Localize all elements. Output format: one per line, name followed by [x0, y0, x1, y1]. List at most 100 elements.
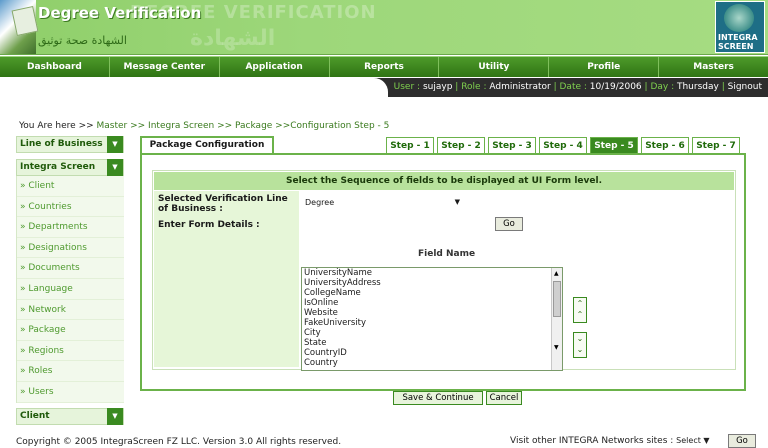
sidebar-item-language[interactable]: » Language — [17, 279, 124, 300]
network-sites-label: Visit other INTEGRA Networks sites : — [510, 436, 674, 446]
list-item[interactable]: IsOnline — [302, 298, 562, 308]
panel-heading: Select the Sequence of fields to be disp… — [154, 172, 734, 190]
network-sites-select-value: Select — [676, 436, 701, 445]
app-title: Degree Verification — [38, 4, 202, 22]
list-item[interactable]: CountryID — [302, 348, 562, 358]
user-value: sujayp — [422, 82, 453, 92]
tab-step-6[interactable]: Step - 6 — [641, 137, 689, 154]
sidebar: Line of Business ▼ Integra Screen ▼ » Cl… — [16, 136, 124, 431]
nav-application[interactable]: Application — [220, 57, 330, 77]
tab-package-configuration[interactable]: Package Configuration — [140, 136, 274, 154]
userbar-left-tab — [0, 78, 388, 97]
field-name-label: Field Name — [418, 249, 476, 259]
chevron-down-icon[interactable]: ▼ — [107, 136, 123, 153]
tab-step-3[interactable]: Step - 3 — [488, 137, 536, 154]
brand-line-1: INTEGRA — [718, 33, 758, 42]
header-banner: DEGREE VERIFICATION الشهادة Degree Verif… — [0, 0, 768, 55]
chevron-down-icon[interactable]: ▼ — [107, 159, 123, 176]
label-verification-lob: Selected Verification Line of Business : — [158, 194, 288, 214]
double-chevron-down-icon: ⌄ ⌄ — [576, 334, 584, 354]
list-item[interactable]: CollegeName — [302, 288, 562, 298]
sidebar-item-designations[interactable]: » Designations — [17, 238, 124, 259]
breadcrumb-path[interactable]: Master >> Integra Screen >> Package >>Co… — [94, 121, 390, 131]
sidebar-item-roles[interactable]: » Roles — [17, 361, 124, 382]
list-item[interactable]: UniversityAddress — [302, 278, 562, 288]
lob-select-value: Degree — [305, 198, 335, 207]
sidebar-header-label: Client — [20, 410, 50, 421]
page-root: DEGREE VERIFICATION الشهادة Degree Verif… — [0, 0, 768, 448]
list-item[interactable]: FakeUniversity — [302, 318, 562, 328]
form-container: Select the Sequence of fields to be disp… — [152, 170, 736, 405]
breadcrumb: You Are here >> Master >> Integra Screen… — [19, 121, 389, 131]
role-value: Administrator — [489, 82, 551, 92]
configuration-panel: Select the Sequence of fields to be disp… — [140, 153, 746, 405]
scroll-down-icon[interactable]: ▼ — [554, 344, 559, 351]
nav-utility[interactable]: Utility — [439, 57, 550, 77]
cancel-button[interactable]: Cancel — [486, 391, 522, 405]
tab-step-7[interactable]: Step - 7 — [692, 137, 740, 154]
list-item[interactable]: Website — [302, 308, 562, 318]
sidebar-item-users[interactable]: » Users — [17, 382, 124, 403]
sidebar-header-client[interactable]: Client ▼ — [16, 407, 124, 425]
copyright: Copyright © 2005 IntegraScreen FZ LLC. V… — [16, 437, 342, 447]
globe-emblem-icon — [724, 4, 754, 32]
nav-dashboard[interactable]: Dashboard — [0, 57, 110, 77]
sidebar-item-regions[interactable]: » Regions — [17, 341, 124, 362]
move-up-button[interactable]: ⌃ ⌃ — [573, 297, 587, 323]
label-column: Selected Verification Line of Business :… — [154, 191, 299, 367]
breadcrumb-prefix: You Are here >> — [19, 121, 94, 131]
nav-masters[interactable]: Masters — [659, 57, 768, 77]
lob-select[interactable]: Degree ▼ — [305, 198, 460, 212]
banner-watermark-arabic: الشهادة — [190, 26, 276, 51]
scrollbar-thumb[interactable] — [553, 281, 561, 317]
main-content: Package Configuration Step - 1 Step - 2 … — [140, 136, 746, 405]
user-label: User : — [393, 82, 421, 92]
network-go-button[interactable]: Go — [728, 434, 756, 448]
sidebar-header-integra-screen[interactable]: Integra Screen ▼ — [16, 159, 124, 176]
signout-link[interactable]: Signout — [728, 82, 762, 92]
tab-step-2[interactable]: Step - 2 — [437, 137, 485, 154]
integra-screen-logo: INTEGRA SCREEN — [715, 1, 765, 53]
sidebar-item-client[interactable]: » Client — [17, 176, 124, 197]
nav-profile[interactable]: Profile — [549, 57, 660, 77]
go-button[interactable]: Go — [495, 217, 523, 231]
day-value: Thursday — [676, 82, 719, 92]
date-value: 10/19/2006 — [589, 82, 642, 92]
sidebar-header-label: Integra Screen — [20, 162, 96, 172]
move-down-button[interactable]: ⌄ ⌄ — [573, 332, 587, 358]
sidebar-item-package[interactable]: » Package — [17, 320, 124, 341]
nav-message-center[interactable]: Message Center — [110, 57, 220, 77]
date-label: Date : — [559, 82, 587, 92]
network-sites-select[interactable]: Select ▼ — [676, 436, 709, 445]
sidebar-item-departments[interactable]: » Departments — [17, 217, 124, 238]
list-scrollbar[interactable]: ▲ ▼ — [551, 268, 562, 370]
user-info-bar: User : sujayp | Role : Administrator | D… — [0, 78, 768, 97]
sidebar-item-network[interactable]: » Network — [17, 300, 124, 321]
main-nav: Dashboard Message Center Application Rep… — [0, 56, 768, 77]
field-list[interactable]: UniversityName UniversityAddress College… — [301, 267, 563, 371]
save-continue-button[interactable]: Save & Continue — [393, 391, 483, 405]
chevron-down-icon[interactable]: ▼ — [455, 198, 460, 206]
tab-step-4[interactable]: Step - 4 — [539, 137, 587, 154]
chevron-down-icon[interactable]: ▼ — [107, 407, 123, 425]
step-tabs: Step - 1 Step - 2 Step - 3 Step - 4 Step… — [383, 137, 740, 154]
sidebar-header-line-of-business[interactable]: Line of Business ▼ — [16, 136, 124, 153]
day-label: Day : — [650, 82, 675, 92]
user-info: User : sujayp | Role : Administrator | D… — [394, 82, 762, 92]
list-item[interactable]: State — [302, 338, 562, 348]
double-chevron-up-icon: ⌃ ⌃ — [576, 299, 584, 319]
sidebar-header-label: Line of Business — [20, 139, 103, 149]
list-item[interactable]: UniversityName — [302, 268, 562, 278]
list-item[interactable]: Country — [302, 358, 562, 368]
sidebar-item-countries[interactable]: » Countries — [17, 197, 124, 218]
app-subtitle-arabic: الشهادة صحة توثيق — [38, 34, 127, 47]
scroll-up-icon[interactable]: ▲ — [554, 270, 559, 277]
tab-step-1[interactable]: Step - 1 — [386, 137, 434, 154]
brand-line-2: SCREEN — [718, 42, 754, 51]
label-form-details: Enter Form Details : — [158, 220, 260, 230]
nav-reports[interactable]: Reports — [330, 57, 440, 77]
network-sites: Visit other INTEGRA Networks sites : Sel… — [510, 436, 710, 446]
sidebar-item-documents[interactable]: » Documents — [17, 258, 124, 279]
tab-step-5[interactable]: Step - 5 — [590, 137, 638, 154]
list-item[interactable]: City — [302, 328, 562, 338]
